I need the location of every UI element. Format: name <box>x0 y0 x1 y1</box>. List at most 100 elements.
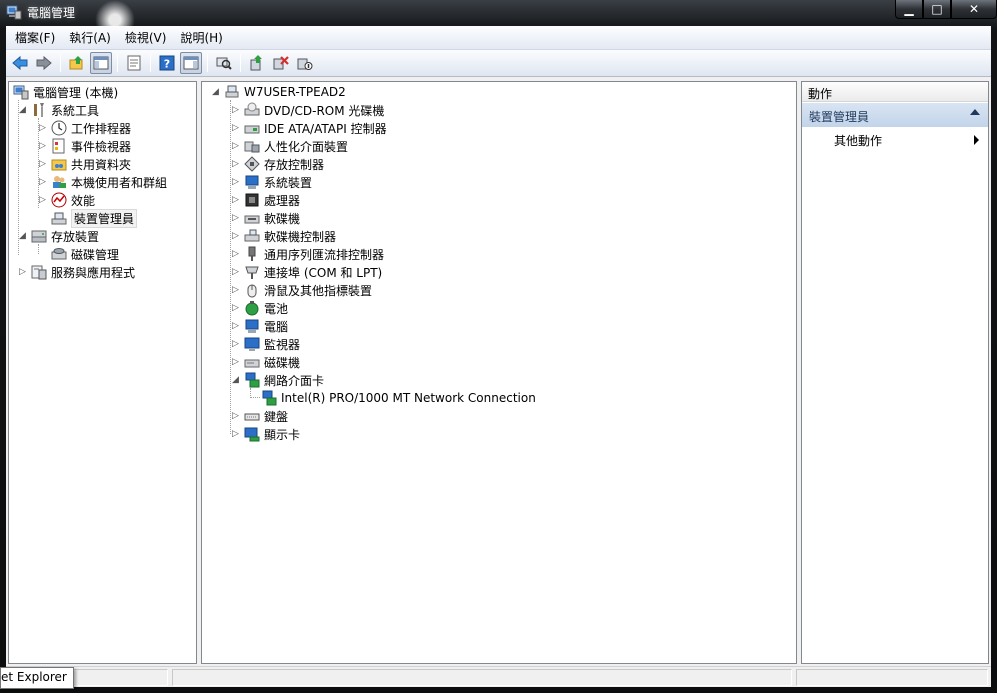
tree-item-local-users-groups[interactable]: ▷ 本機使用者和群組 <box>37 173 167 191</box>
tree-item-performance[interactable]: ▷ 效能 <box>37 191 95 209</box>
menu-action[interactable]: 執行(A) <box>62 27 118 48</box>
device-category-computer[interactable]: ▷ 電腦 <box>230 317 288 335</box>
show-hide-tree-button[interactable] <box>90 52 112 74</box>
properties-button[interactable] <box>123 52 145 74</box>
computer-management-icon <box>13 85 29 100</box>
expand-icon[interactable]: ▷ <box>230 213 241 224</box>
up-folder-button[interactable] <box>66 52 88 74</box>
expand-icon[interactable]: ▷ <box>230 339 241 350</box>
close-button[interactable]: ✕ <box>951 0 997 19</box>
menu-help[interactable]: 說明(H) <box>173 27 229 48</box>
expand-icon[interactable]: ▷ <box>230 123 241 134</box>
monitor-icon <box>244 337 260 351</box>
collapse-icon[interactable]: ◢ <box>17 231 28 242</box>
back-button[interactable] <box>9 52 31 74</box>
expand-icon[interactable]: ▷ <box>230 285 241 296</box>
help-icon: ? <box>159 55 175 71</box>
device-category-mice[interactable]: ▷ 滑鼠及其他指標裝置 <box>230 281 372 299</box>
tree-item-services-applications[interactable]: ▷ 服務與應用程式 <box>17 263 135 281</box>
window-title: 電腦管理 <box>27 6 76 20</box>
tree-item-shared-folders[interactable]: ▷ 共用資料夾 <box>37 155 131 173</box>
update-driver-button[interactable] <box>246 52 268 74</box>
expand-icon[interactable]: ▷ <box>230 321 241 332</box>
expand-icon[interactable]: ▷ <box>37 195 48 206</box>
expand-icon[interactable]: ▷ <box>37 177 48 188</box>
tree-item-system-tools[interactable]: ◢ 系統工具 <box>17 101 99 119</box>
collapse-icon[interactable]: ◢ <box>17 105 28 116</box>
device-category-system-devices[interactable]: ▷ 系統裝置 <box>230 173 312 191</box>
disable-button[interactable] <box>294 52 316 74</box>
device-category-storage-controllers[interactable]: ▷ 存放控制器 <box>230 155 324 173</box>
tree-guide <box>38 244 39 254</box>
collapse-icon[interactable]: ◢ <box>230 375 241 386</box>
tree-item-computer-management[interactable]: 電腦管理 (本機) <box>13 83 118 101</box>
device-category-keyboards[interactable]: ▷ 鍵盤 <box>230 407 288 425</box>
expand-icon[interactable]: ▷ <box>230 411 241 422</box>
expand-icon[interactable]: ▷ <box>230 141 241 152</box>
device-category-hid[interactable]: ▷ 人性化介面裝置 <box>230 137 348 155</box>
tree-item-task-scheduler[interactable]: ▷ 工作排程器 <box>37 119 131 137</box>
menu-view[interactable]: 檢視(V) <box>118 27 174 48</box>
expand-icon[interactable]: ▷ <box>37 159 48 170</box>
expand-icon[interactable]: ▷ <box>230 177 241 188</box>
show-hide-action-pane-button[interactable] <box>180 52 202 74</box>
actions-section-label: 裝置管理員 <box>809 110 870 124</box>
device-category-processors[interactable]: ▷ 處理器 <box>230 191 300 209</box>
minimize-button[interactable]: ▁ <box>895 0 923 19</box>
device-category-dvd[interactable]: ▷ DVD/CD-ROM 光碟機 <box>230 101 384 119</box>
actions-section-device-manager[interactable]: 裝置管理員 <box>802 103 988 127</box>
help-button[interactable]: ? <box>156 52 178 74</box>
expand-icon[interactable]: ▷ <box>230 267 241 278</box>
device-category-batteries[interactable]: ▷ 電池 <box>230 299 288 317</box>
collapse-section-icon[interactable] <box>970 109 980 115</box>
device-category-monitors[interactable]: ▷ 監視器 <box>230 335 300 353</box>
expand-icon[interactable]: ▷ <box>230 105 241 116</box>
client-area: 檔案(F) 執行(A) 檢視(V) 說明(H) ? 電腦管理 (本機) ◢ 系統… <box>6 26 991 687</box>
device-item-intel-network[interactable]: Intel(R) PRO/1000 MT Network Connection <box>261 389 536 407</box>
expand-icon[interactable]: ▷ <box>230 231 241 242</box>
network-adapter-icon <box>262 390 277 406</box>
expand-icon[interactable]: ▷ <box>37 123 48 134</box>
expand-icon[interactable]: ▷ <box>230 195 241 206</box>
uninstall-button[interactable] <box>270 52 292 74</box>
scan-hardware-button[interactable] <box>213 52 235 74</box>
device-category-label: 滑鼠及其他指標裝置 <box>264 283 373 298</box>
tree-item-storage[interactable]: ◢ 存放裝置 <box>17 227 99 245</box>
device-category-display-adapters[interactable]: ▷ 顯示卡 <box>230 425 300 443</box>
device-tree-pane[interactable]: ◢ W7USER-TPEAD2 ▷ DVD/CD-ROM 光碟機 ▷ IDE A… <box>201 81 797 664</box>
device-category-floppy-drives[interactable]: ▷ 軟碟機 <box>230 209 300 227</box>
users-icon <box>53 176 66 188</box>
tree-item-event-viewer[interactable]: ▷ 事件檢視器 <box>37 137 131 155</box>
menu-file[interactable]: 檔案(F) <box>8 27 62 48</box>
collapse-icon[interactable]: ◢ <box>210 87 221 98</box>
usb-icon <box>248 246 256 261</box>
device-category-floppy-controllers[interactable]: ▷ 軟碟機控制器 <box>230 227 336 245</box>
device-category-ports[interactable]: ▷ 連接埠 (COM 和 LPT) <box>230 263 382 281</box>
expand-icon[interactable]: ▷ <box>17 267 28 278</box>
expand-icon[interactable]: ▷ <box>230 429 241 440</box>
device-category-label: 網路介面卡 <box>264 373 325 388</box>
expand-icon[interactable]: ▷ <box>230 303 241 314</box>
tree-item-label: 存放裝置 <box>51 229 100 244</box>
expand-icon[interactable]: ▷ <box>37 141 48 152</box>
device-tree-root[interactable]: ◢ W7USER-TPEAD2 <box>210 83 346 101</box>
expand-icon[interactable]: ▷ <box>230 249 241 260</box>
tree-item-device-manager[interactable]: 裝置管理員 <box>51 208 138 228</box>
title-bar[interactable]: 電腦管理 ▁ □ ✕ <box>0 0 997 40</box>
expand-icon[interactable]: ▷ <box>230 159 241 170</box>
device-category-ide[interactable]: ▷ IDE ATA/ATAPI 控制器 <box>230 119 387 137</box>
navigation-pane[interactable]: 電腦管理 (本機) ◢ 系統工具 ▷ 工作排程器 ▷ 事件檢視器 ▷ 共用資料夾 <box>8 81 197 664</box>
clock-icon <box>51 120 67 136</box>
device-category-network-adapters[interactable]: ◢ 網路介面卡 <box>230 371 324 389</box>
action-more-actions[interactable]: 其他動作 <box>802 130 988 150</box>
disk-drive-icon <box>244 359 260 368</box>
forward-button[interactable] <box>33 52 55 74</box>
tree-item-label: 本機使用者和群組 <box>71 175 168 190</box>
device-category-disk-drives[interactable]: ▷ 磁碟機 <box>230 353 300 371</box>
toolbar: ? <box>6 50 991 77</box>
maximize-button[interactable]: □ <box>923 0 951 19</box>
device-category-usb[interactable]: ▷ 通用序列匯流排控制器 <box>230 245 384 263</box>
floppy-controller-icon <box>244 229 260 242</box>
expand-icon[interactable]: ▷ <box>230 357 241 368</box>
tree-item-disk-management[interactable]: 磁碟管理 <box>51 245 119 263</box>
